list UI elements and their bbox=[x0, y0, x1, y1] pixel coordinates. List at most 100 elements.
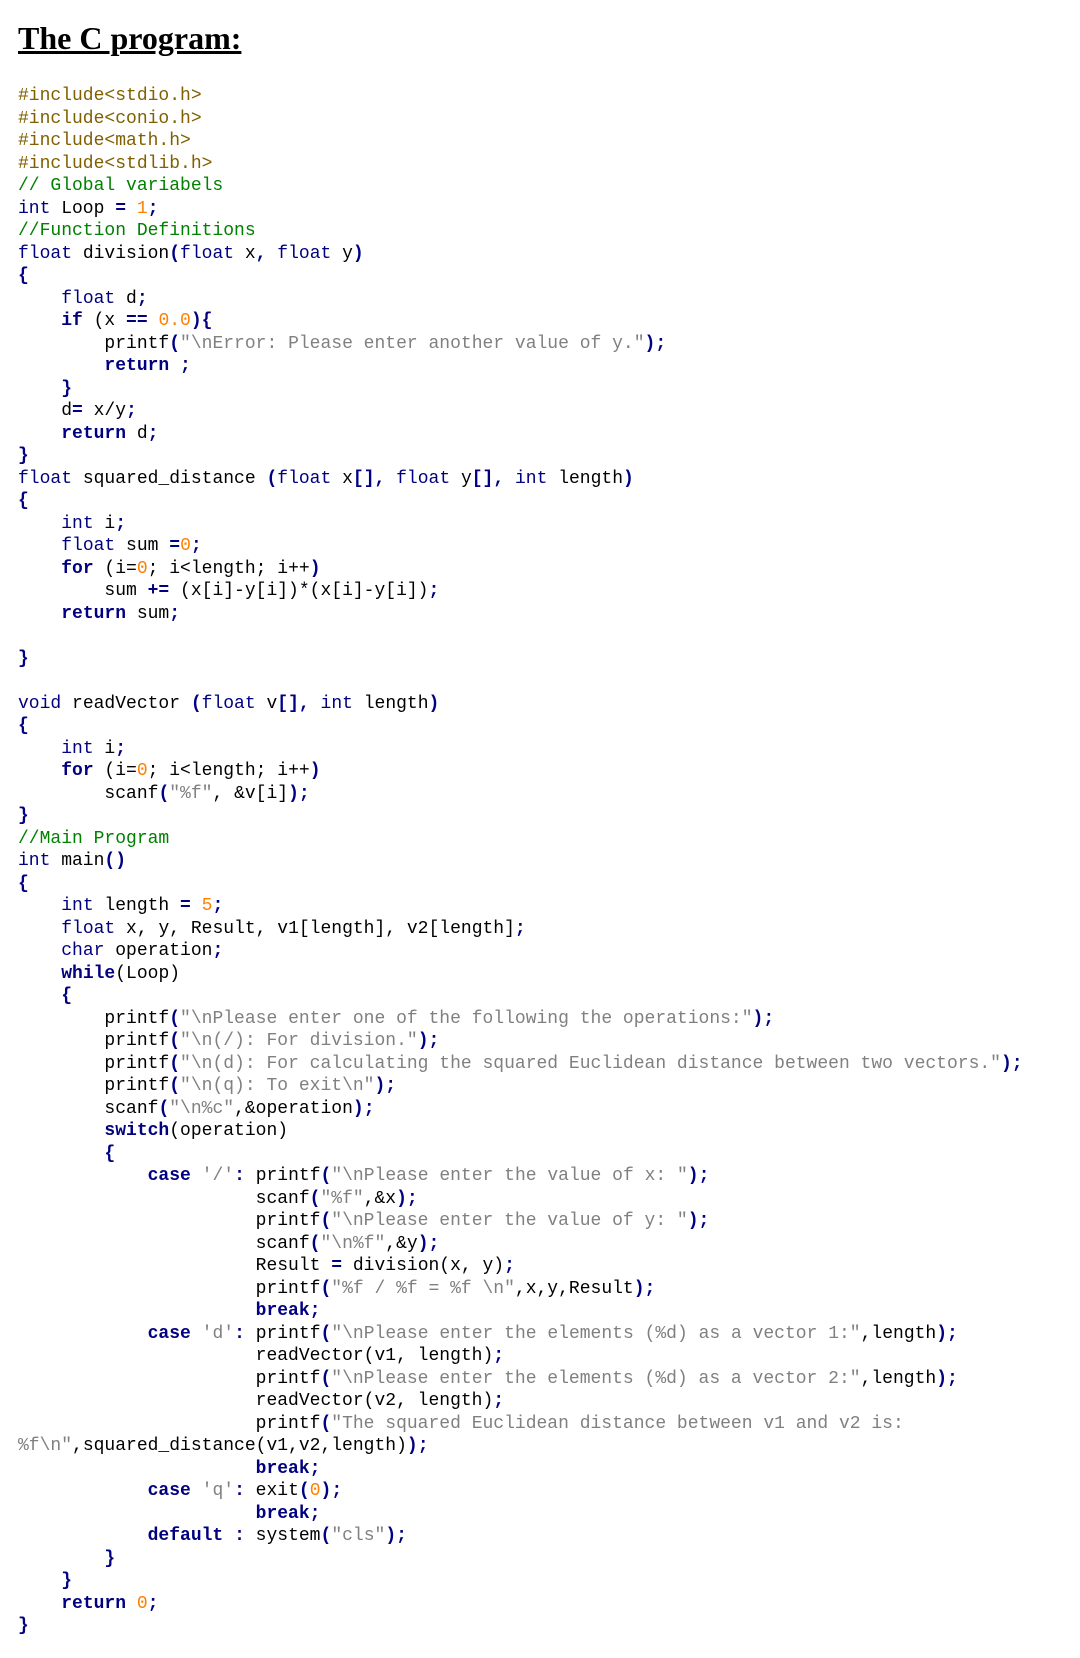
string: "\nPlease enter the value of x: " bbox=[331, 1166, 687, 1186]
call: exit bbox=[245, 1481, 299, 1501]
punct: ; bbox=[191, 536, 202, 556]
punct: ; bbox=[699, 1211, 710, 1231]
punct: () bbox=[104, 851, 126, 871]
operator: = bbox=[115, 199, 126, 219]
comment: //Main Program bbox=[18, 829, 169, 849]
punct: ; bbox=[699, 1166, 710, 1186]
identifiers: x, y, Result, v1[length], v2[length] bbox=[115, 919, 515, 939]
call: printf bbox=[256, 1324, 321, 1344]
identifier: i bbox=[94, 739, 116, 759]
punct: ; bbox=[655, 334, 666, 354]
param: y bbox=[450, 469, 472, 489]
identifier: sum bbox=[115, 536, 169, 556]
brace: } bbox=[104, 1549, 115, 1569]
string: "cls" bbox=[331, 1526, 385, 1546]
space bbox=[169, 356, 180, 376]
punct: ) bbox=[407, 1436, 418, 1456]
brace: } bbox=[18, 649, 29, 669]
punct: , bbox=[493, 469, 504, 489]
punct: ; bbox=[148, 199, 159, 219]
identifier: sum bbox=[18, 581, 148, 601]
string: "%f / %f = %f \n" bbox=[331, 1279, 515, 1299]
punct: ( bbox=[169, 1009, 180, 1029]
param: x bbox=[234, 244, 256, 264]
number: 0 bbox=[310, 1481, 321, 1501]
punct: ) bbox=[374, 1076, 385, 1096]
type-keyword: int bbox=[321, 694, 353, 714]
punct: ; bbox=[169, 604, 180, 624]
punct: ) bbox=[310, 559, 321, 579]
punct: ; bbox=[429, 1234, 440, 1254]
punct: , bbox=[299, 694, 310, 714]
operator: = bbox=[331, 1256, 342, 1276]
punct: ) bbox=[688, 1211, 699, 1231]
identifier: Result bbox=[256, 1256, 332, 1276]
keyword: default bbox=[148, 1526, 224, 1546]
punct: ; bbox=[1012, 1054, 1023, 1074]
identifier: length bbox=[94, 896, 180, 916]
expr: (x bbox=[83, 311, 126, 331]
string: "\nPlease enter one of the following the… bbox=[180, 1009, 753, 1029]
punct: ; bbox=[115, 739, 126, 759]
identifier: d bbox=[115, 289, 137, 309]
type-keyword: float bbox=[61, 919, 115, 939]
punct: ) bbox=[288, 784, 299, 804]
type-keyword: char bbox=[61, 941, 104, 961]
type-keyword: float bbox=[18, 244, 72, 264]
number: 0 bbox=[137, 761, 148, 781]
number: 0 bbox=[180, 536, 191, 556]
code-block: #include<stdio.h> #include<conio.h> #inc… bbox=[18, 85, 1062, 1638]
punct: ( bbox=[320, 1279, 331, 1299]
type-keyword: float bbox=[396, 469, 450, 489]
function-name: main bbox=[50, 851, 104, 871]
keyword: for bbox=[61, 761, 93, 781]
call: scanf bbox=[104, 784, 158, 804]
function-name: readVector bbox=[61, 694, 191, 714]
char: '/' bbox=[191, 1166, 234, 1186]
punct: ) bbox=[645, 334, 656, 354]
brace: { bbox=[18, 874, 29, 894]
punct: ) bbox=[1001, 1054, 1012, 1074]
string: "%f" bbox=[169, 784, 212, 804]
string: "The squared Euclidean distance between … bbox=[331, 1414, 904, 1434]
punct: ) bbox=[353, 1099, 364, 1119]
punct: ; bbox=[212, 896, 223, 916]
punct: ( bbox=[169, 244, 180, 264]
punct: ( bbox=[321, 1526, 332, 1546]
identifier: Loop bbox=[50, 199, 115, 219]
call: readVector(v2, length) bbox=[256, 1391, 494, 1411]
punct: ; bbox=[364, 1099, 375, 1119]
expr: (x[i]-y[i])*(x[i]-y[i]) bbox=[169, 581, 428, 601]
brace: { bbox=[104, 1144, 115, 1164]
string: "\n(q): To exit\n" bbox=[180, 1076, 374, 1096]
args: ,length bbox=[861, 1324, 937, 1344]
type-keyword: float bbox=[61, 289, 115, 309]
identifier: sum bbox=[126, 604, 169, 624]
punct: ; bbox=[763, 1009, 774, 1029]
punct: ; bbox=[212, 941, 223, 961]
param: length bbox=[353, 694, 429, 714]
include-line: #include<conio.h> bbox=[18, 109, 202, 129]
keyword: case bbox=[148, 1166, 191, 1186]
comment: //Function Definitions bbox=[18, 221, 256, 241]
punct: ; bbox=[180, 356, 191, 376]
string: "\n(d): For calculating the squared Eucl… bbox=[180, 1054, 1001, 1074]
number: 1 bbox=[137, 199, 148, 219]
punct: ; bbox=[137, 289, 148, 309]
keyword: for bbox=[61, 559, 93, 579]
call: scanf bbox=[104, 1099, 158, 1119]
punct: ( bbox=[169, 334, 180, 354]
punct: [] bbox=[472, 469, 494, 489]
punct: ; bbox=[645, 1279, 656, 1299]
param: v bbox=[256, 694, 278, 714]
string: "%f" bbox=[320, 1189, 363, 1209]
call: printf bbox=[256, 1166, 321, 1186]
param: x bbox=[331, 469, 353, 489]
punct: ; bbox=[148, 1594, 159, 1614]
keyword: case bbox=[148, 1324, 191, 1344]
identifier: i bbox=[94, 514, 116, 534]
brace: { bbox=[18, 491, 29, 511]
punct: , bbox=[256, 244, 267, 264]
include-line: #include<math.h> bbox=[18, 131, 191, 151]
brace: { bbox=[18, 716, 29, 736]
